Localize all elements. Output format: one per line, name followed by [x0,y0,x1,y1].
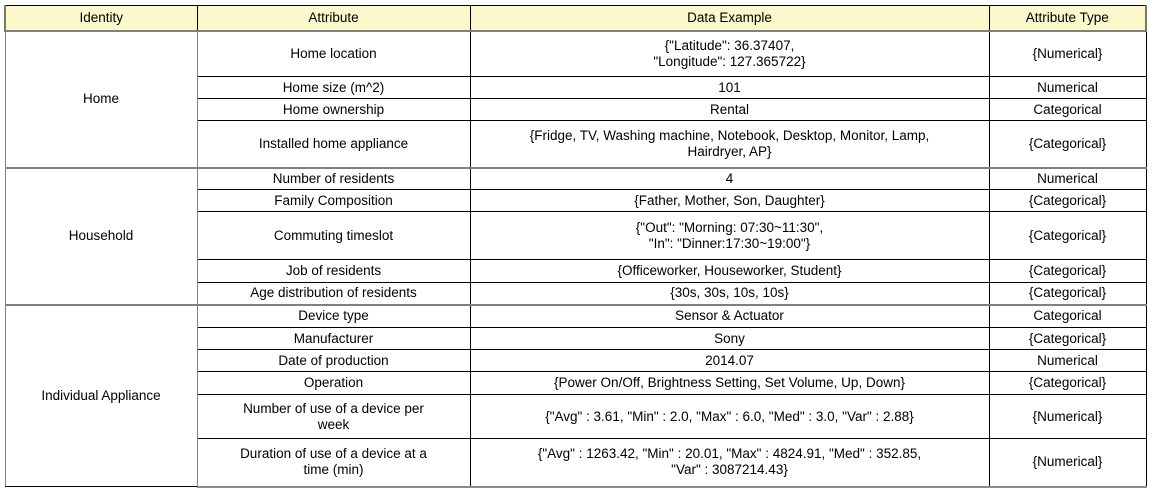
attribute-cell: Family Composition [196,189,471,212]
attribute-type-cell: Numerical [988,76,1147,99]
attribute-cell: Duration of use of a device at a time (mi… [196,438,471,488]
attribute-type-cell: Numerical [988,349,1147,372]
attribute-cell: Number of residents [196,166,471,190]
attribute-type-cell: {Numerical} [988,29,1147,77]
attribute-type-cell: {Categorical} [988,259,1147,283]
attribute-cell: Job of residents [196,259,471,283]
table-row: Individual Appliance Device type Sensor & … [4,303,1147,487]
attribute-type-cell: Numerical [988,166,1147,190]
data-example-cell: Sony [469,327,990,350]
attribute-type-cell: {Categorical} [988,282,1147,306]
attribute-cell: Home ownership [196,98,471,121]
data-example-cell: {"Latitude": 36.37407, "Longitude": 127.3… [469,29,990,77]
attribute-cell: Date of production [196,349,471,372]
identity-cell: Home [4,29,198,168]
data-attribute-table: Identity Attribute Data Example Attribut… [4,5,1147,488]
attribute-cell: Commuting timeslot [196,211,471,260]
attribute-cell: Number of use of a device per week [196,394,471,439]
attribute-type-cell: {Categorical} [988,120,1147,169]
attribute-type-cell: {Categorical} [988,189,1147,212]
data-example-cell: Rental [469,98,990,121]
attribute-cell: Installed home appliance [196,120,471,169]
column-header-attribute: Attribute [196,5,471,31]
column-header-data-example: Data Example [469,5,990,31]
attribute-cell: Age distribution of residents [196,282,471,306]
data-example-cell: {Officeworker, Houseworker, Student} [469,259,990,283]
table-row: Home Home location {"Latitude": 36.37407, "… [4,29,1147,168]
table-body: Home Home location {"Latitude": 36.37407, "… [4,29,1147,488]
data-example-cell: {"Avg" : 3.61, "Min" : 2.0, "Max" : 6.0,… [469,394,990,439]
attribute-cell: Device type [196,303,471,328]
attribute-type-cell: Categorical [988,98,1147,121]
attribute-type-cell: {Categorical} [988,327,1147,350]
data-example-cell: {Father, Mother, Son, Daughter} [469,189,990,212]
data-example-cell: {30s, 30s, 10s, 10s} [469,282,990,306]
attribute-cell: Home location [196,29,471,77]
table-header: Identity Attribute Data Example Attribut… [4,5,1147,31]
attribute-type-cell: Categorical [988,303,1147,328]
attribute-cell: Operation [196,371,471,395]
attribute-type-cell: {Categorical} [988,211,1147,260]
attribute-type-cell: {Categorical} [988,371,1147,395]
attribute-type-cell: {Numerical} [988,394,1147,439]
identity-cell: Household [4,166,198,305]
data-example-cell: Sensor & Actuator [469,303,990,328]
table-container: Identity Attribute Data Example Attribut… [4,5,1147,488]
data-example-cell: 2014.07 [469,349,990,372]
attribute-cell: Manufacturer [196,327,471,350]
column-header-attribute-type: Attribute Type [988,5,1147,31]
data-example-cell: {"Out": "Morning: 07:30~11:30", "In": "Di… [469,211,990,260]
data-example-cell: {"Avg" : 1263.42, "Min" : 20.01, "Max" :… [469,438,990,488]
column-header-identity: Identity [4,5,198,31]
header-row: Identity Attribute Data Example Attribut… [4,5,1147,31]
data-example-cell: 101 [469,76,990,99]
attribute-cell: Home size (m^2) [196,76,471,99]
data-example-cell: {Fridge, TV, Washing machine, Notebook, … [469,120,990,169]
data-example-cell: {Power On/Off, Brightness Setting, Set V… [469,371,990,395]
attribute-type-cell: {Numerical} [988,438,1147,488]
identity-cell: Individual Appliance [4,303,198,487]
data-example-cell: 4 [469,166,990,190]
table-row: Household Number of residents 4 Numerical [4,166,1147,305]
